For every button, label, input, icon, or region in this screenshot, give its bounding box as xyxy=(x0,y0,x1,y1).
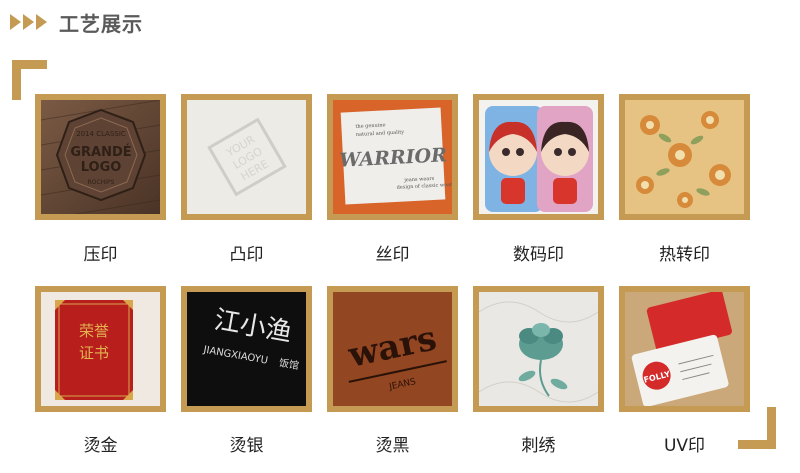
caption-gold: 烫金 xyxy=(83,436,118,456)
silk-print-label-icon: the genuine natural and quality WARRIOR … xyxy=(333,100,452,214)
gallery-tile-emboss[interactable]: 2014 CLASSIC GRANDÉ LOGO ROCHIPS xyxy=(35,94,166,220)
svg-text:2014 CLASSIC: 2014 CLASSIC xyxy=(76,130,126,138)
svg-text:GRANDÉ: GRANDÉ xyxy=(70,144,131,160)
caption-silk: 丝印 xyxy=(375,245,410,265)
digital-print-cartoon-icon xyxy=(479,100,598,214)
raised-logo-paper-icon: YOUR LOGO HERE xyxy=(187,100,306,214)
gallery-tile-gold[interactable]: 荣誉 证书 xyxy=(35,286,166,412)
heat-transfer-floral-icon xyxy=(625,100,744,214)
svg-text:ROCHIPS: ROCHIPS xyxy=(88,179,115,186)
silver-foil-text-icon: 江小渔 JIANGXIAOYU 饭馆 xyxy=(187,292,306,406)
caption-silver: 烫银 xyxy=(229,436,264,456)
svg-text:LOGO: LOGO xyxy=(81,160,122,175)
caption-raised: 凸印 xyxy=(229,245,264,265)
svg-text:荣誉: 荣誉 xyxy=(79,322,109,340)
caption-digital: 数码印 xyxy=(513,245,564,265)
gold-foil-certificate-icon: 荣誉 证书 xyxy=(41,292,160,406)
embroidery-flower-icon xyxy=(479,292,598,406)
caption-emboss: 压印 xyxy=(83,245,118,265)
svg-text:证书: 证书 xyxy=(79,344,109,362)
gallery-tile-silver[interactable]: 江小渔 JIANGXIAOYU 饭馆 xyxy=(181,286,312,412)
caption-uv: UV印 xyxy=(663,436,706,456)
section-header: 工艺展示 xyxy=(10,6,143,38)
gallery-tile-heat[interactable] xyxy=(619,94,750,220)
gallery-tile-embroidery[interactable] xyxy=(473,286,604,412)
gallery-tile-silk[interactable]: the genuine natural and quality WARRIOR … xyxy=(327,94,458,220)
caption-heat: 热转印 xyxy=(659,245,710,265)
gallery-tile-uv[interactable]: FOLLY xyxy=(619,286,750,412)
gallery-tile-digital[interactable] xyxy=(473,94,604,220)
caption-embroidery: 刺绣 xyxy=(521,436,556,456)
section-title: 工艺展示 xyxy=(59,11,143,36)
caption-black: 烫黑 xyxy=(375,436,410,456)
gallery-tile-black[interactable]: wars JEANS xyxy=(327,286,458,412)
black-foil-leather-icon: wars JEANS xyxy=(333,292,452,406)
uv-print-card-icon: FOLLY xyxy=(625,292,744,406)
gallery-tile-raised[interactable]: YOUR LOGO HERE xyxy=(181,94,312,220)
triple-chevron-icon xyxy=(10,14,49,30)
embossed-leather-logo-icon: 2014 CLASSIC GRANDÉ LOGO ROCHIPS xyxy=(41,100,160,214)
